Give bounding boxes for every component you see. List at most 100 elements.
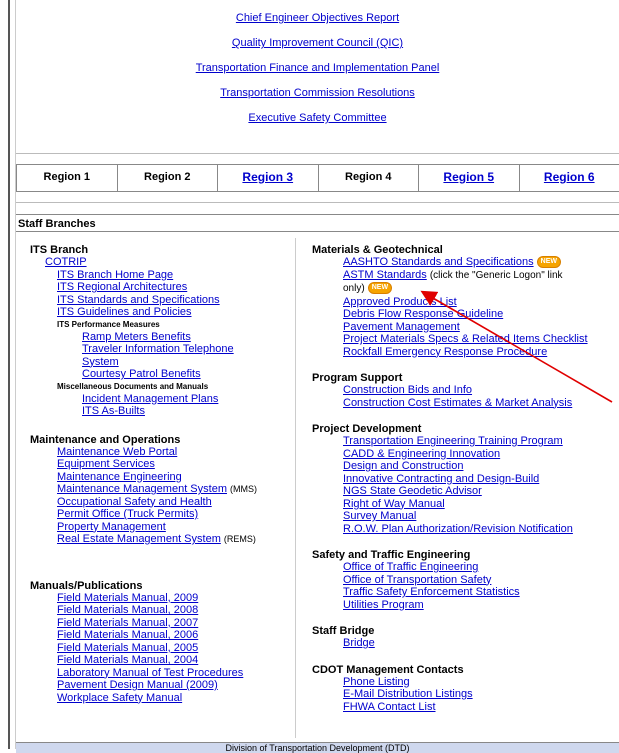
innovative-contracting-link[interactable]: Innovative Contracting and Design-Build [343,473,539,485]
materials-section: Materials & Geotechnical AASHTO Standard… [312,244,619,358]
osh-link[interactable]: Occupational Safety and Health [57,496,212,508]
row-plan-link[interactable]: R.O.W. Plan Authorization/Revision Notif… [343,523,573,535]
safety-traffic-section: Safety and Traffic Engineering Office of… [312,549,619,611]
contacts-title: CDOT Management Contacts [312,664,619,676]
misc-docs-title: Miscellaneous Documents and Manuals [18,381,280,393]
region-5-link[interactable]: Region 5 [443,170,494,184]
left-edge-line [8,0,10,749]
program-support-section: Program Support Construction Bids and In… [312,372,619,409]
its-standards-link[interactable]: ITS Standards and Specifications [57,294,220,306]
commission-resolutions-link[interactable]: Transportation Commission Resolutions [16,81,619,106]
divider [16,202,619,203]
chief-engineer-link[interactable]: Chief Engineer Objectives Report [16,6,619,31]
utilities-program-link[interactable]: Utilities Program [343,599,424,611]
incident-mgmt-link[interactable]: Incident Management Plans [82,393,218,405]
equipment-services-link[interactable]: Equipment Services [57,458,155,470]
its-branch-section: ITS Branch COTRIP ITS Branch Home Page I… [18,244,280,418]
row-manual-link[interactable]: Right of Way Manual [343,498,445,510]
debris-flow-link[interactable]: Debris Flow Response Guideline [343,308,503,320]
manuals-title: Manuals/Publications [18,580,280,592]
traveler-info-link[interactable]: Traveler Information Telephone [82,343,234,355]
region-3-link[interactable]: Region 3 [242,170,293,184]
astm-note: (click the "Generic Logon" link [430,270,563,281]
contacts-section: CDOT Management Contacts Phone Listing E… [312,664,619,714]
divider [16,153,619,154]
cotrip-link[interactable]: COTRIP [45,256,87,268]
materials-title: Materials & Geotechnical [312,244,619,256]
staff-bridge-section: Staff Bridge Bridge [312,625,619,650]
permit-office-link[interactable]: Permit Office (Truck Permits) [57,508,198,520]
project-development-section: Project Development Transportation Engin… [312,423,619,535]
its-asbuilts-link[interactable]: ITS As-Builts [82,405,145,417]
region-2: Region 2 [118,165,219,191]
astm-link[interactable]: ASTM Standards [343,269,427,281]
training-program-link[interactable]: Transportation Engineering Training Prog… [343,435,563,447]
manuals-section: Manuals/Publications Field Materials Man… [18,580,280,705]
left-column: ITS Branch COTRIP ITS Branch Home Page I… [18,244,280,714]
regions-row: Region 1 Region 2 Region 3 Region 4 Regi… [16,164,619,192]
region-1: Region 1 [16,165,118,191]
pavement-design-link[interactable]: Pavement Design Manual (2009) [57,679,218,691]
construction-cost-link[interactable]: Construction Cost Estimates & Market Ana… [343,397,572,409]
ramp-meters-link[interactable]: Ramp Meters Benefits [82,331,191,343]
safety-traffic-title: Safety and Traffic Engineering [312,549,619,561]
email-listings-link[interactable]: E-Mail Distribution Listings [343,688,473,700]
courtesy-patrol-link[interactable]: Courtesy Patrol Benefits [82,368,201,380]
region-3: Region 3 [218,165,319,191]
qic-link[interactable]: Quality Improvement Council (QIC) [16,31,619,56]
workplace-safety-link[interactable]: Workplace Safety Manual [57,692,182,704]
region-6-link[interactable]: Region 6 [544,170,595,184]
new-badge-icon: NEW [368,282,392,294]
safety-committee-link[interactable]: Executive Safety Committee [16,106,619,131]
new-badge-icon: NEW [537,256,561,268]
project-development-title: Project Development [312,423,619,435]
maint-portal-link[interactable]: Maintenance Web Portal [57,446,177,458]
right-column: Materials & Geotechnical AASHTO Standard… [312,244,619,723]
fmm-2004-link[interactable]: Field Materials Manual, 2004 [57,654,198,666]
transportation-safety-link[interactable]: Office of Transportation Safety [343,574,491,586]
ngs-advisor-link[interactable]: NGS State Geodetic Advisor [343,485,482,497]
traffic-engineering-link[interactable]: Office of Traffic Engineering [343,561,478,573]
phone-listing-link[interactable]: Phone Listing [343,676,410,688]
lab-manual-link[interactable]: Laboratory Manual of Test Procedures [57,667,243,679]
maintenance-section: Maintenance and Operations Maintenance W… [18,434,280,546]
enforcement-stats-link[interactable]: Traffic Safety Enforcement Statistics [343,586,520,598]
construction-bids-link[interactable]: Construction Bids and Info [343,384,472,396]
its-guidelines-link[interactable]: ITS Guidelines and Policies [57,306,192,318]
cadd-link[interactable]: CADD & Engineering Innovation [343,448,500,460]
staff-branches-header: Staff Branches [16,214,619,232]
its-branch-title: ITS Branch [18,244,280,256]
design-construction-link[interactable]: Design and Construction [343,460,463,472]
finance-panel-link[interactable]: Transportation Finance and Implementatio… [16,56,619,81]
aashto-link[interactable]: AASHTO Standards and Specifications [343,256,534,268]
rockfall-link[interactable]: Rockfall Emergency Response Procedure [343,346,547,358]
maintenance-title: Maintenance and Operations [18,434,280,446]
fhwa-contact-link[interactable]: FHWA Contact List [343,701,436,713]
project-materials-link[interactable]: Project Materials Specs & Related Items … [343,333,588,345]
region-4: Region 4 [319,165,420,191]
fmm-2006-link[interactable]: Field Materials Manual, 2006 [57,629,198,641]
column-divider [295,238,296,738]
fmm-2008-link[interactable]: Field Materials Manual, 2008 [57,604,198,616]
region-6: Region 6 [520,165,619,191]
astm-note-cont: only) [343,283,365,294]
mms-link[interactable]: Maintenance Management System [57,483,227,495]
its-architectures-link[interactable]: ITS Regional Architectures [57,281,187,293]
fmm-2005-link[interactable]: Field Materials Manual, 2005 [57,642,198,654]
staff-bridge-title: Staff Bridge [312,625,619,637]
maint-engineering-link[interactable]: Maintenance Engineering [57,471,182,483]
property-mgmt-link[interactable]: Property Management [57,521,166,533]
fmm-2009-link[interactable]: Field Materials Manual, 2009 [57,592,198,604]
approved-products-link[interactable]: Approved Products List [343,296,457,308]
survey-manual-link[interactable]: Survey Manual [343,510,416,522]
top-links: Chief Engineer Objectives Report Quality… [16,6,619,131]
mms-note: (MMS) [230,484,257,494]
its-home-link[interactable]: ITS Branch Home Page [57,269,173,281]
fmm-2007-link[interactable]: Field Materials Manual, 2007 [57,617,198,629]
traveler-info-system-link[interactable]: System [82,356,119,368]
bridge-link[interactable]: Bridge [343,637,375,649]
pavement-mgmt-link[interactable]: Pavement Management [343,321,460,333]
rems-link[interactable]: Real Estate Management System [57,533,221,545]
its-performance-title: ITS Performance Measures [18,319,280,331]
rems-note: (REMS) [224,534,256,544]
